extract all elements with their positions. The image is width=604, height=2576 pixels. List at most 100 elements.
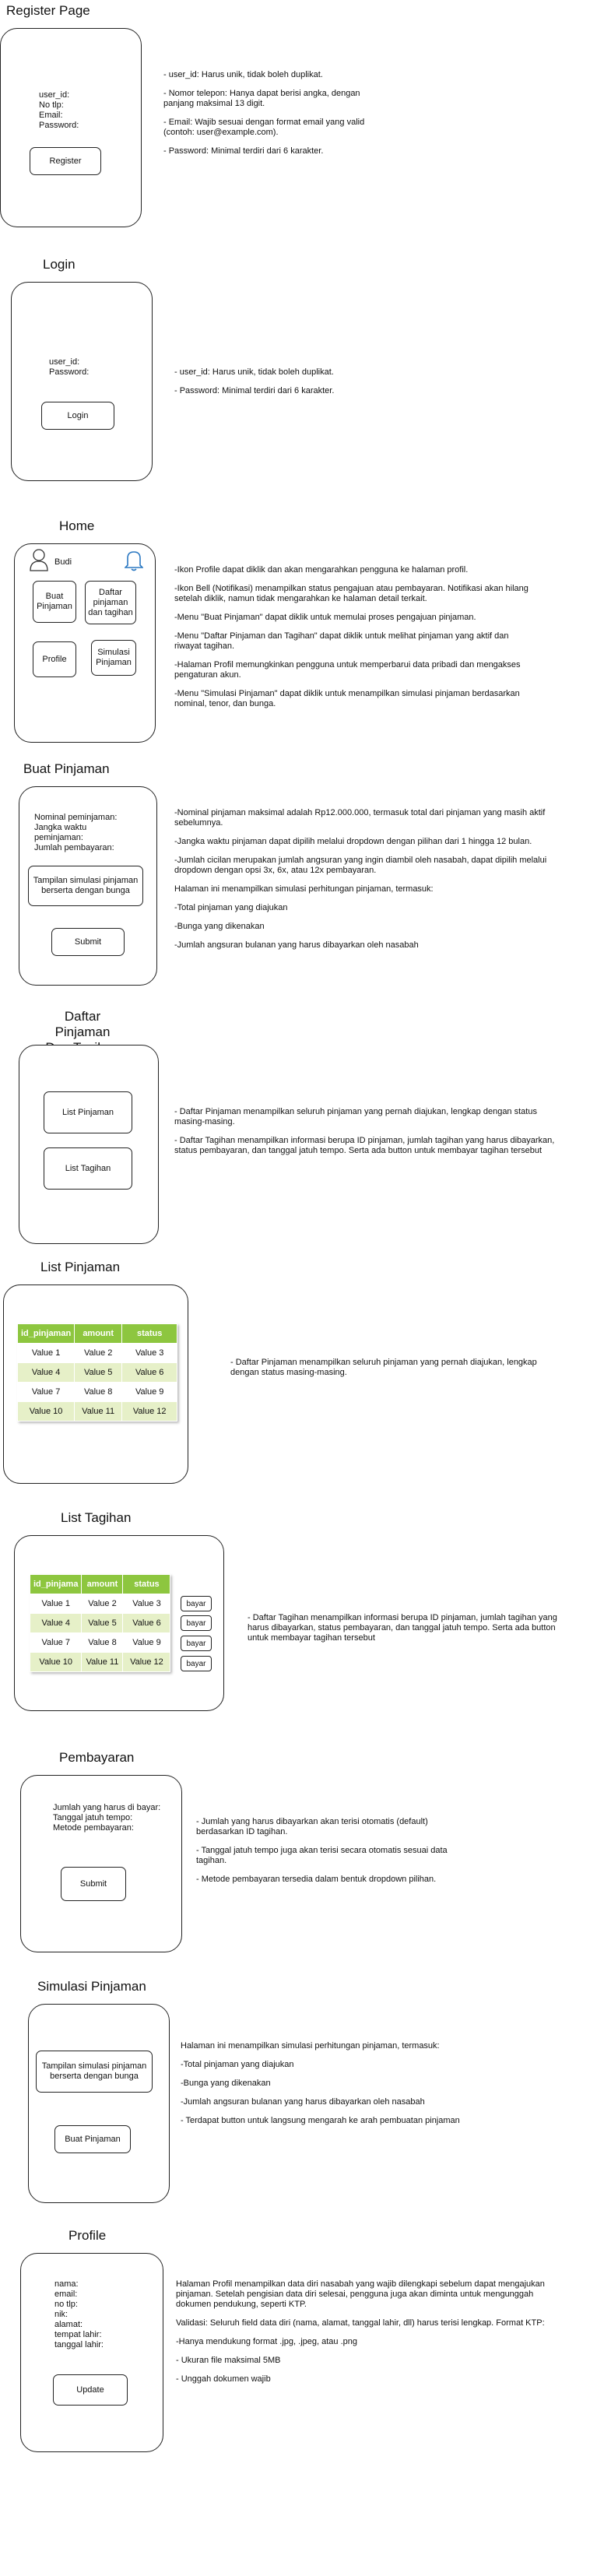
- login-title: Login: [43, 257, 76, 272]
- home-notes: -Ikon Profile dapat diklik dan akan meng…: [174, 565, 537, 718]
- bell-icon[interactable]: [125, 550, 143, 571]
- list-pinjaman-table: id_pinjaman amount status Value 1 Value …: [16, 1323, 178, 1422]
- login-notes: - user_id: Harus unik, tidak boleh dupli…: [174, 367, 408, 405]
- table-cell: Value 8: [74, 1382, 123, 1402]
- table-cell: Value 4: [16, 1362, 76, 1383]
- profile-note: Halaman Profil menampilkan data diri nas…: [176, 2279, 545, 2309]
- column-header: amount: [74, 1323, 123, 1344]
- login-button[interactable]: Login: [41, 402, 114, 430]
- buat-simulation-box: Tampilan simulasi pinjaman berserta deng…: [28, 866, 143, 906]
- profile-note: Validasi: Seluruh field data diri (nama,…: [176, 2318, 545, 2328]
- list-pinjaman-button[interactable]: List Pinjaman: [44, 1091, 132, 1133]
- profile-icon[interactable]: [30, 548, 48, 571]
- table-cell: Value 5: [74, 1362, 123, 1383]
- simulasi-note: -Total pinjaman yang diajukan: [181, 2060, 294, 2069]
- table-header-row: id_pinjama amount status: [29, 1574, 171, 1594]
- home-note: -Menu "Daftar Pinjaman dan Tagihan" dapa…: [174, 631, 509, 651]
- bayar-button[interactable]: bayar: [181, 1615, 212, 1631]
- table-cell: Value 8: [81, 1632, 124, 1653]
- table-cell: Value 12: [122, 1652, 171, 1672]
- simulasi-note: - Terdapat button untuk langsung mengara…: [181, 2116, 460, 2125]
- simulasi-note: Halaman ini menampilkan simulasi perhitu…: [181, 2041, 440, 2051]
- login-note: - user_id: Harus unik, tidak boleh dupli…: [174, 367, 334, 377]
- column-header: id_pinjama: [29, 1574, 83, 1594]
- pembayaran-note: - Jumlah yang harus dibayarkan akan teri…: [196, 1817, 428, 1836]
- table-cell: Value 3: [122, 1594, 171, 1614]
- table-row: Value 4 Value 5 Value 6: [29, 1613, 171, 1633]
- daftar-note: - Daftar Pinjaman menampilkan seluruh pi…: [174, 1107, 537, 1126]
- table-cell: Value 6: [122, 1613, 171, 1633]
- buat-note: Halaman ini menampilkan simulasi perhitu…: [174, 884, 434, 894]
- column-header: id_pinjaman: [16, 1323, 76, 1344]
- table-cell: Value 4: [29, 1613, 83, 1633]
- profile-menu-button[interactable]: Profile: [33, 641, 76, 677]
- profile-note: - Unggah dokumen wajib: [176, 2374, 271, 2384]
- daftar-notes: - Daftar Pinjaman menampilkan seluruh pi…: [174, 1107, 556, 1165]
- login-note: - Password: Minimal terdiri dari 6 karak…: [174, 386, 335, 395]
- buat-note: -Nominal pinjaman maksimal adalah Rp12.0…: [174, 808, 546, 828]
- daftar-pinjaman-menu-button[interactable]: Daftar pinjaman dan tagihan: [85, 581, 136, 624]
- profile-title: Profile: [68, 2228, 107, 2243]
- table-cell: Value 9: [122, 1632, 171, 1653]
- list-tagihan-button[interactable]: List Tagihan: [44, 1147, 132, 1190]
- buat-fields: Nominal peminjaman: Jangka waktu peminja…: [34, 813, 118, 852]
- simulasi-menu-button[interactable]: Simulasi Pinjaman: [91, 640, 136, 676]
- buat-notes: -Nominal pinjaman maksimal adalah Rp12.0…: [174, 808, 564, 959]
- list-pinjaman-table-wrap: id_pinjaman amount status Value 1 Value …: [16, 1323, 178, 1422]
- register-note: - Password: Minimal terdiri dari 6 karak…: [163, 146, 324, 156]
- buat-note: -Jumlah angsuran bulanan yang harus diba…: [174, 940, 419, 950]
- table-cell: Value 10: [29, 1652, 83, 1672]
- list-pinjaman-notes: - Daftar Pinjaman menampilkan seluruh pi…: [230, 1358, 557, 1386]
- table-row: Value 1 Value 2 Value 3: [29, 1594, 171, 1614]
- register-fields: user_id: No tlp: Email: Password:: [39, 90, 79, 130]
- profile-notes: Halaman Profil menampilkan data diri nas…: [176, 2279, 565, 2393]
- simulasi-note: -Bunga yang dikenakan: [181, 2079, 271, 2088]
- simulasi-result-box: Tampilan simulasi pinjaman berserta deng…: [36, 2051, 153, 2093]
- buat-title: Buat Pinjaman: [23, 761, 110, 776]
- profile-update-button[interactable]: Update: [53, 2374, 128, 2406]
- pembayaran-title: Pembayaran: [59, 1750, 135, 1765]
- table-cell: Value 11: [74, 1401, 123, 1422]
- table-header-row: id_pinjaman amount status: [16, 1323, 178, 1344]
- list-tagihan-note: - Daftar Tagihan menampilkan informasi b…: [248, 1613, 557, 1643]
- buat-pinjaman-menu-button[interactable]: Buat Pinjaman: [33, 581, 76, 623]
- table-cell: Value 3: [121, 1343, 178, 1363]
- list-tagihan-notes: - Daftar Tagihan menampilkan informasi b…: [248, 1613, 574, 1652]
- home-note: -Menu "Buat Pinjaman" dapat diklik untuk…: [174, 613, 476, 622]
- table-cell: Value 10: [16, 1401, 76, 1422]
- bayar-button[interactable]: bayar: [181, 1596, 212, 1611]
- home-note: -Halaman Profil memungkinkan pengguna un…: [174, 660, 521, 680]
- profile-fields: nama: email: no tlp: nik: alamat: tempat…: [54, 2279, 104, 2349]
- table-cell: Value 11: [81, 1652, 124, 1672]
- table-row: Value 10 Value 11 Value 12: [16, 1401, 178, 1422]
- table-row: Value 7 Value 8 Value 9: [16, 1382, 178, 1402]
- pembayaran-submit-button[interactable]: Submit: [61, 1867, 126, 1901]
- table-row: Value 1 Value 2 Value 3: [16, 1343, 178, 1363]
- register-notes: - user_id: Harus unik, tidak boleh dupli…: [163, 70, 381, 165]
- register-note: - Email: Wajib sesuai dengan format emai…: [163, 118, 365, 137]
- register-button[interactable]: Register: [30, 147, 101, 175]
- table-cell: Value 7: [16, 1382, 76, 1402]
- column-header: amount: [81, 1574, 124, 1594]
- bayar-button[interactable]: bayar: [181, 1636, 212, 1651]
- pembayaran-note: - Tanggal jatuh tempo juga akan terisi s…: [196, 1846, 448, 1865]
- table-cell: Value 7: [29, 1632, 83, 1653]
- daftar-note: - Daftar Tagihan menampilkan informasi b…: [174, 1136, 555, 1155]
- register-note: - Nomor telepon: Hanya dapat berisi angk…: [163, 89, 360, 108]
- profile-note: -Hanya mendukung format .jpg, .jpeg, ata…: [176, 2337, 357, 2346]
- bayar-button[interactable]: bayar: [181, 1656, 212, 1671]
- table-cell: Value 5: [81, 1613, 124, 1633]
- pembayaran-notes: - Jumlah yang harus dibayarkan akan teri…: [196, 1817, 476, 1893]
- buat-note: -Jangka waktu pinjaman dapat dipilih mel…: [174, 837, 532, 846]
- table-row: Value 4 Value 5 Value 6: [16, 1362, 178, 1383]
- simulasi-buat-pinjaman-button[interactable]: Buat Pinjaman: [54, 2125, 131, 2153]
- simulasi-phone-frame: [28, 2004, 170, 2203]
- table-cell: Value 1: [29, 1594, 83, 1614]
- list-tagihan-title: List Tagihan: [61, 1510, 132, 1525]
- home-title: Home: [59, 518, 95, 533]
- buat-submit-button[interactable]: Submit: [51, 928, 125, 956]
- register-note: - user_id: Harus unik, tidak boleh dupli…: [163, 70, 323, 79]
- pembayaran-note: - Metode pembayaran tersedia dalam bentu…: [196, 1875, 437, 1884]
- table-cell: Value 6: [121, 1362, 178, 1383]
- list-tagihan-table: id_pinjama amount status Value 1 Value 2…: [29, 1574, 171, 1672]
